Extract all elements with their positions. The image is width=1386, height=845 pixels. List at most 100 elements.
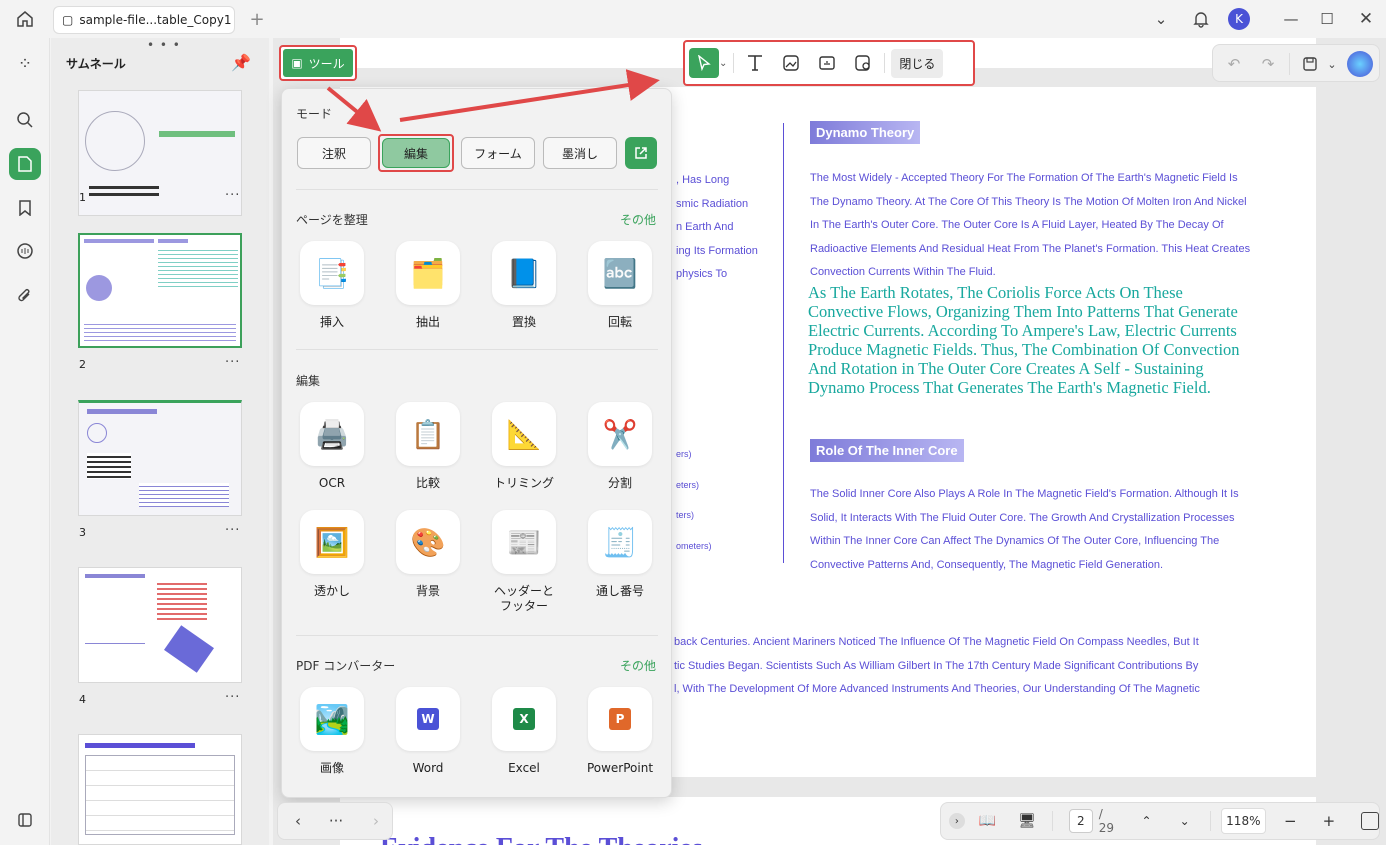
avatar[interactable]: K	[1228, 8, 1250, 30]
next-page-icon[interactable]: ⌄	[1180, 814, 1190, 828]
insert-icon[interactable]: 📑	[300, 241, 364, 305]
expand-icon[interactable]: ›	[949, 813, 965, 829]
rotate-icon[interactable]: 🔤	[588, 241, 652, 305]
thumbnail-panel: • • • サムネール 📌 1 ··· 2 ··· 3 ··· 4 ···	[51, 38, 269, 845]
more-icon[interactable]: ···	[225, 690, 240, 705]
next-icon[interactable]: ›	[366, 811, 386, 831]
page-thumbnail-4[interactable]	[78, 567, 242, 683]
document-tab[interactable]: ▢ sample-file...table_Copy1	[53, 6, 235, 34]
tile-label: 通し番号	[595, 584, 644, 598]
panel-toggle-icon[interactable]	[9, 804, 41, 836]
mode-edit-button[interactable]: 編集	[382, 138, 450, 168]
search-icon[interactable]	[9, 104, 41, 136]
new-tab-icon[interactable]: +	[246, 8, 268, 30]
tools-icon: ▣	[291, 56, 303, 70]
background-icon[interactable]: 🎨	[396, 510, 460, 574]
tile-label: 比較	[415, 476, 440, 490]
zoom-level[interactable]: 118%	[1220, 808, 1267, 834]
page-thumbnail-2[interactable]	[78, 233, 242, 348]
drag-handle[interactable]: • • •	[147, 38, 181, 52]
compare-icon[interactable]: 📋	[396, 402, 460, 466]
left-column-text: , Has Long smic Radiation n Earth And ing I…	[676, 174, 758, 281]
page-layout-icon[interactable]: 📖	[979, 813, 996, 829]
save-icon[interactable]	[1299, 53, 1321, 75]
minimize-icon[interactable]: —	[1280, 8, 1302, 30]
close-icon[interactable]: ✕	[1355, 8, 1377, 30]
to-word-icon[interactable]: W	[396, 687, 460, 751]
body-paragraph: The Most Widely - Accepted Theory For Th…	[810, 172, 1251, 279]
more-icon[interactable]: ···	[225, 355, 240, 370]
page-nav-pill: ‹ ··· ›	[277, 802, 393, 840]
split-icon[interactable]: ✂️	[588, 402, 652, 466]
link-tool-icon[interactable]	[812, 48, 842, 78]
converter-more-link[interactable]: その他	[620, 657, 656, 674]
more-icon[interactable]: ···	[326, 811, 346, 831]
tile-label: Excel	[508, 761, 540, 775]
open-external-icon[interactable]	[625, 137, 657, 169]
mode-annotate-button[interactable]: 注釈	[297, 137, 371, 169]
fit-page-icon[interactable]	[1361, 812, 1379, 830]
tile-label: トリミング	[493, 476, 554, 490]
body-paragraph: The Solid Inner Core Also Plays A Role I…	[810, 488, 1239, 571]
mode-form-button[interactable]: フォーム	[461, 137, 535, 169]
crop-icon[interactable]: 📐	[492, 402, 556, 466]
ocr-icon[interactable]: 🖨️	[300, 402, 364, 466]
tile-label: PowerPoint	[586, 761, 654, 775]
redo-icon[interactable]: ↷	[1257, 53, 1279, 75]
prev-icon[interactable]: ‹	[288, 811, 308, 831]
tile-label: 挿入	[319, 315, 344, 329]
converter-title: PDF コンバーター	[296, 659, 396, 673]
prev-page-icon[interactable]: ⌃	[1142, 814, 1152, 828]
organize-title: ページを整理	[296, 213, 368, 227]
header-footer-icon[interactable]: 📰	[492, 510, 556, 574]
tile-label: OCR	[318, 476, 346, 490]
page-number: 1	[79, 191, 86, 204]
undo-icon[interactable]: ↶	[1223, 53, 1245, 75]
to-excel-icon[interactable]: X	[492, 687, 556, 751]
thumbnails-icon[interactable]	[9, 148, 41, 180]
home-icon[interactable]	[12, 8, 38, 30]
mode-title: モード	[296, 107, 333, 121]
zoom-out-icon[interactable]: −	[1284, 812, 1297, 830]
tools-button[interactable]: ▣ ツール	[279, 45, 357, 81]
chevron-down-icon[interactable]: ⌄	[1325, 53, 1339, 75]
page-thumbnail-3[interactable]	[78, 400, 242, 516]
page-thumbnail-5[interactable]	[78, 734, 242, 845]
total-pages: / 29	[1098, 807, 1114, 835]
watermark-icon[interactable]: 🖼️	[300, 510, 364, 574]
comment-icon[interactable]	[9, 236, 41, 268]
text-tool-icon[interactable]	[740, 48, 770, 78]
maximize-icon[interactable]: ☐	[1316, 8, 1338, 30]
page-number: 4	[79, 693, 86, 706]
page-input[interactable]: 2	[1068, 809, 1093, 833]
more-icon[interactable]: ···	[225, 523, 240, 538]
to-powerpoint-icon[interactable]: P	[588, 687, 652, 751]
more-icon[interactable]: ···	[225, 188, 240, 203]
bookmark-icon[interactable]	[9, 192, 41, 224]
chevron-down-icon[interactable]: ⌄	[719, 58, 727, 69]
ai-assistant-icon[interactable]	[1347, 51, 1373, 77]
watermark-tool-icon[interactable]	[848, 48, 878, 78]
close-edit-button[interactable]: 閉じる	[891, 48, 944, 78]
select-cursor-icon[interactable]	[689, 48, 719, 78]
highlighted-paragraph: As The Earth Rotates, The Coriolis Force…	[808, 283, 1240, 397]
apps-icon[interactable]: ⁘	[9, 48, 41, 80]
chevron-down-icon[interactable]: ⌄	[1150, 8, 1172, 30]
section-heading: Dynamo Theory	[810, 121, 921, 144]
to-image-icon[interactable]: 🏞️	[300, 687, 364, 751]
mode-redact-button[interactable]: 墨消し	[543, 137, 617, 169]
zoom-in-icon[interactable]: +	[1323, 812, 1336, 830]
tile-label: Word	[412, 761, 444, 775]
attachment-icon[interactable]	[9, 280, 41, 312]
page-thumbnail-1[interactable]	[78, 90, 242, 216]
image-tool-icon[interactable]	[776, 48, 806, 78]
organize-more-link[interactable]: その他	[620, 211, 656, 228]
bottom-bar: › 📖 🖥 2 / 29 ⌃ ⌄ 118% − +	[940, 802, 1380, 840]
presentation-icon[interactable]: 🖥	[1018, 813, 1036, 829]
bell-icon[interactable]	[1190, 8, 1212, 30]
extract-icon[interactable]: 🗂️	[396, 241, 460, 305]
replace-icon[interactable]: 📘	[492, 241, 556, 305]
pin-icon[interactable]: 📌	[231, 53, 251, 72]
bates-number-icon[interactable]: 🧾	[588, 510, 652, 574]
column-divider	[783, 123, 784, 563]
